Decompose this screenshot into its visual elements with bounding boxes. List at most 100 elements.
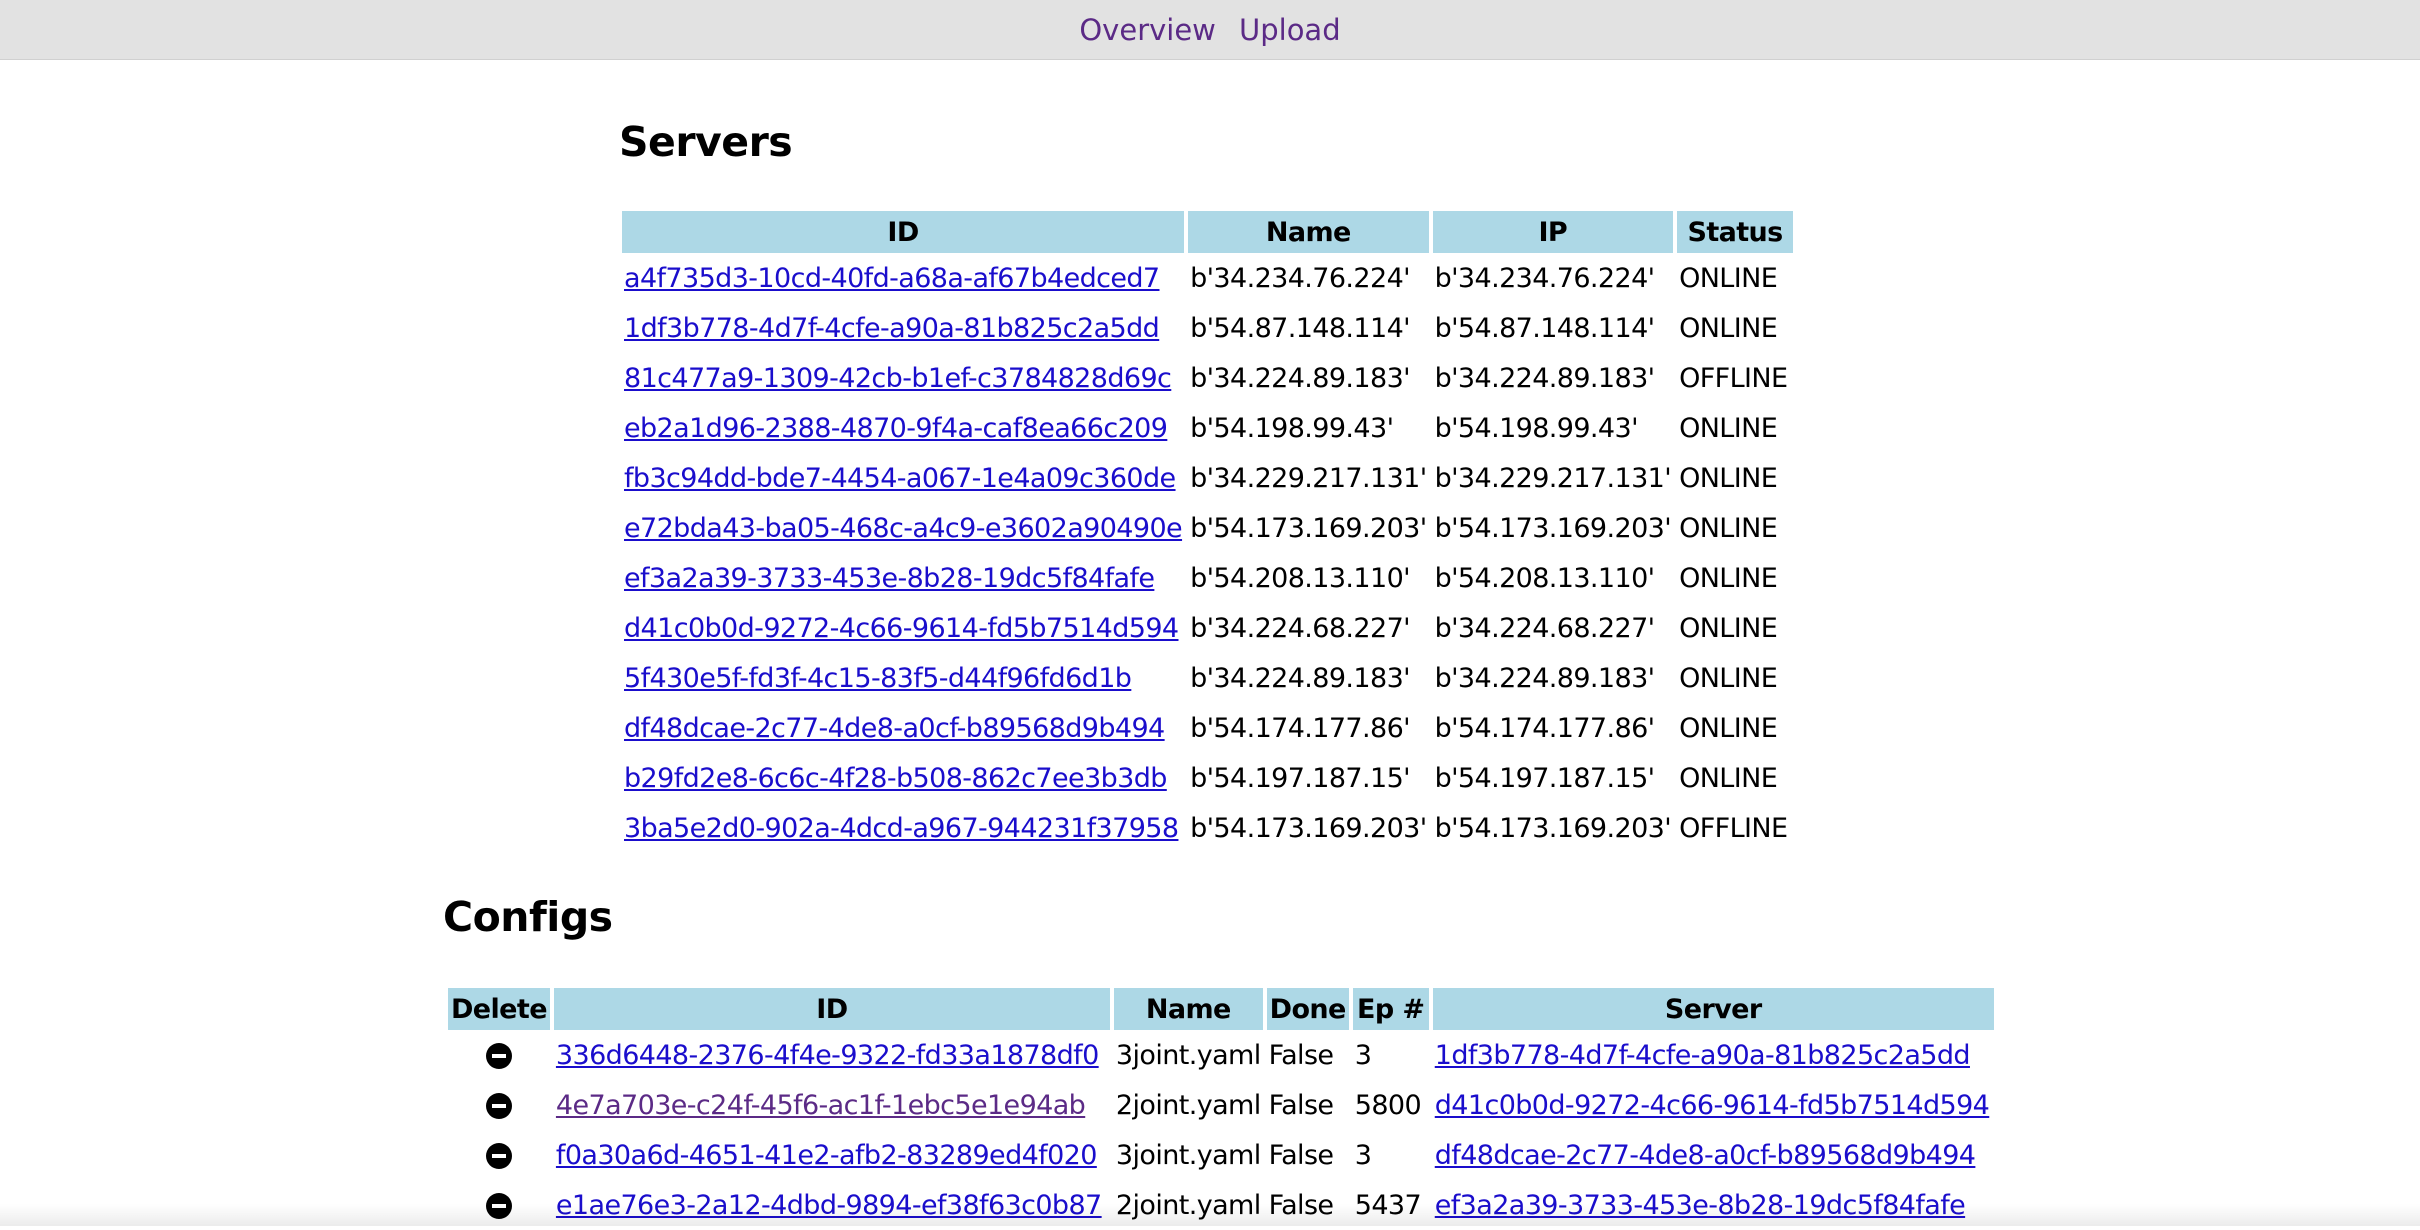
delete-minus-icon[interactable]	[485, 1043, 512, 1069]
server-id-link[interactable]: d41c0b0d-9272-4c66-9614-fd5b7514d594	[624, 613, 1179, 644]
server-ip-cell: b'54.87.148.114'	[1434, 312, 1656, 344]
server-status-cell: ONLINE	[1679, 612, 1778, 644]
server-id-cell: df48dcae-2c77-4de8-a0cf-b89568d9b494	[622, 703, 1184, 753]
server-row: ef3a2a39-3733-453e-8b28-19dc5f84fafe b'54…	[622, 553, 1793, 603]
server-id-link[interactable]: ef3a2a39-3733-453e-8b28-19dc5f84fafe	[624, 563, 1155, 594]
nav-upload-link[interactable]: Upload	[1239, 13, 1341, 47]
delete-minus-icon[interactable]	[485, 1143, 512, 1169]
config-name-cell: 3joint.yaml	[1115, 1039, 1261, 1071]
configs-col-ep: Ep #	[1352, 988, 1429, 1030]
server-status-cell: ONLINE	[1679, 662, 1778, 694]
config-ep-cell: 5800	[1354, 1089, 1422, 1121]
config-id-cell: 336d6448-2376-4f4e-9322-fd33a1878df0	[554, 1030, 1110, 1080]
servers-table: ID Name IP Status a4f735d3-10cd-40fd-a68…	[618, 211, 1797, 853]
server-row: d41c0b0d-9272-4c66-9614-fd5b7514d594 b'34…	[622, 603, 1793, 653]
server-id-link[interactable]: 81c477a9-1309-42cb-b1ef-c3784828d69c	[624, 363, 1172, 394]
server-id-cell: d41c0b0d-9272-4c66-9614-fd5b7514d594	[622, 603, 1184, 653]
servers-col-ip: IP	[1432, 211, 1674, 253]
servers-header-row: ID Name IP Status	[622, 211, 1794, 253]
server-id-link[interactable]: eb2a1d96-2388-4870-9f4a-caf8ea66c209	[624, 413, 1168, 444]
config-name-cell: 2joint.yaml	[1115, 1089, 1261, 1121]
top-nav-bar: Overview Upload	[0, 0, 2420, 60]
server-id-cell: ef3a2a39-3733-453e-8b28-19dc5f84fafe	[622, 553, 1184, 603]
server-status-cell: ONLINE	[1679, 262, 1778, 294]
server-ip-cell: b'34.224.89.183'	[1434, 362, 1656, 394]
servers-col-id: ID	[622, 211, 1185, 253]
bottom-shadow	[0, 1204, 2420, 1226]
server-status-cell: ONLINE	[1679, 712, 1778, 744]
server-id-link[interactable]: a4f735d3-10cd-40fd-a68a-af67b4edced7	[624, 263, 1160, 294]
server-id-cell: 1df3b778-4d7f-4cfe-a90a-81b825c2a5dd	[622, 303, 1184, 353]
server-ip-cell: b'54.174.177.86'	[1434, 712, 1656, 744]
server-row: 1df3b778-4d7f-4cfe-a90a-81b825c2a5dd b'54…	[622, 303, 1793, 353]
server-row: a4f735d3-10cd-40fd-a68a-af67b4edced7 b'34…	[622, 253, 1793, 303]
server-ip-cell: b'54.208.13.110'	[1434, 562, 1656, 594]
server-ip-cell: b'54.173.169.203'	[1434, 812, 1672, 844]
server-row: eb2a1d96-2388-4870-9f4a-caf8ea66c209 b'54…	[622, 403, 1793, 453]
config-delete-cell	[448, 1030, 550, 1080]
server-id-cell: 5f430e5f-fd3f-4c15-83f5-d44f96fd6d1b	[622, 653, 1184, 703]
config-server-cell: 1df3b778-4d7f-4cfe-a90a-81b825c2a5dd	[1433, 1030, 1994, 1080]
config-id-cell: 4e7a703e-c24f-45f6-ac1f-1ebc5e1e94ab	[554, 1080, 1110, 1130]
config-row: 4e7a703e-c24f-45f6-ac1f-1ebc5e1e94ab 2joi…	[448, 1080, 1994, 1130]
nav-links: Overview Upload	[1070, 13, 1349, 47]
config-id-link[interactable]: 4e7a703e-c24f-45f6-ac1f-1ebc5e1e94ab	[556, 1090, 1086, 1121]
servers-col-status: Status	[1677, 211, 1794, 253]
configs-col-name: Name	[1113, 988, 1263, 1030]
config-server-cell: d41c0b0d-9272-4c66-9614-fd5b7514d594	[1433, 1080, 1994, 1130]
server-id-link[interactable]: 1df3b778-4d7f-4cfe-a90a-81b825c2a5dd	[624, 313, 1160, 344]
config-server-cell: df48dcae-2c77-4de8-a0cf-b89568d9b494	[1433, 1130, 1994, 1180]
configs-col-delete: Delete	[448, 988, 550, 1030]
server-name-cell: b'34.224.89.183'	[1190, 362, 1411, 394]
server-name-cell: b'54.198.99.43'	[1190, 412, 1394, 444]
config-ep-cell: 3	[1354, 1139, 1372, 1171]
server-status-cell: OFFLINE	[1679, 362, 1788, 394]
servers-heading: Servers	[619, 118, 793, 166]
server-id-link[interactable]: fb3c94dd-bde7-4454-a067-1e4a09c360de	[624, 463, 1176, 494]
server-id-link[interactable]: b29fd2e8-6c6c-4f28-b508-862c7ee3b3db	[624, 763, 1167, 794]
configs-col-id: ID	[553, 988, 1110, 1030]
delete-minus-icon[interactable]	[485, 1093, 512, 1119]
config-server-link[interactable]: d41c0b0d-9272-4c66-9614-fd5b7514d594	[1435, 1090, 1990, 1121]
server-id-cell: 81c477a9-1309-42cb-b1ef-c3784828d69c	[622, 353, 1184, 403]
config-done-cell: False	[1268, 1139, 1334, 1171]
server-id-cell: fb3c94dd-bde7-4454-a067-1e4a09c360de	[622, 453, 1184, 503]
server-name-cell: b'54.174.177.86'	[1190, 712, 1411, 744]
server-status-cell: ONLINE	[1679, 412, 1778, 444]
server-ip-cell: b'54.198.99.43'	[1434, 412, 1639, 444]
server-id-cell: eb2a1d96-2388-4870-9f4a-caf8ea66c209	[622, 403, 1184, 453]
server-name-cell: b'54.173.169.203'	[1190, 512, 1427, 544]
server-ip-cell: b'34.234.76.224'	[1434, 262, 1656, 294]
server-ip-cell: b'34.224.89.183'	[1434, 662, 1656, 694]
config-server-link[interactable]: df48dcae-2c77-4de8-a0cf-b89568d9b494	[1435, 1140, 1976, 1171]
server-status-cell: ONLINE	[1679, 562, 1778, 594]
server-status-cell: ONLINE	[1679, 762, 1778, 794]
server-row: b29fd2e8-6c6c-4f28-b508-862c7ee3b3db b'54…	[622, 753, 1793, 803]
server-id-link[interactable]: e72bda43-ba05-468c-a4c9-e3602a90490e	[624, 513, 1183, 544]
server-name-cell: b'34.229.217.131'	[1190, 462, 1427, 494]
server-name-cell: b'54.197.187.15'	[1190, 762, 1411, 794]
nav-overview-link[interactable]: Overview	[1079, 13, 1216, 47]
config-id-link[interactable]: f0a30a6d-4651-41e2-afb2-83289ed4f020	[556, 1140, 1098, 1171]
server-id-cell: e72bda43-ba05-468c-a4c9-e3602a90490e	[622, 503, 1184, 553]
server-ip-cell: b'34.224.68.227'	[1434, 612, 1656, 644]
server-id-cell: a4f735d3-10cd-40fd-a68a-af67b4edced7	[622, 253, 1184, 303]
server-row: df48dcae-2c77-4de8-a0cf-b89568d9b494 b'54…	[622, 703, 1793, 753]
server-ip-cell: b'54.197.187.15'	[1434, 762, 1656, 794]
server-ip-cell: b'34.229.217.131'	[1434, 462, 1672, 494]
server-status-cell: ONLINE	[1679, 462, 1778, 494]
server-id-link[interactable]: 3ba5e2d0-902a-4dcd-a967-944231f37958	[624, 813, 1179, 844]
config-delete-cell	[448, 1080, 550, 1130]
config-row: 336d6448-2376-4f4e-9322-fd33a1878df0 3joi…	[448, 1030, 1994, 1080]
config-id-link[interactable]: 336d6448-2376-4f4e-9322-fd33a1878df0	[556, 1040, 1099, 1071]
server-name-cell: b'54.87.148.114'	[1190, 312, 1411, 344]
server-id-link[interactable]: df48dcae-2c77-4de8-a0cf-b89568d9b494	[624, 713, 1165, 744]
server-id-cell: b29fd2e8-6c6c-4f28-b508-862c7ee3b3db	[622, 753, 1184, 803]
server-id-link[interactable]: 5f430e5f-fd3f-4c15-83f5-d44f96fd6d1b	[624, 663, 1132, 694]
server-row: fb3c94dd-bde7-4454-a067-1e4a09c360de b'34…	[622, 453, 1793, 503]
config-done-cell: False	[1268, 1039, 1334, 1071]
config-server-link[interactable]: 1df3b778-4d7f-4cfe-a90a-81b825c2a5dd	[1435, 1040, 1971, 1071]
config-id-cell: f0a30a6d-4651-41e2-afb2-83289ed4f020	[554, 1130, 1110, 1180]
server-status-cell: ONLINE	[1679, 512, 1778, 544]
config-name-cell: 3joint.yaml	[1115, 1139, 1261, 1171]
